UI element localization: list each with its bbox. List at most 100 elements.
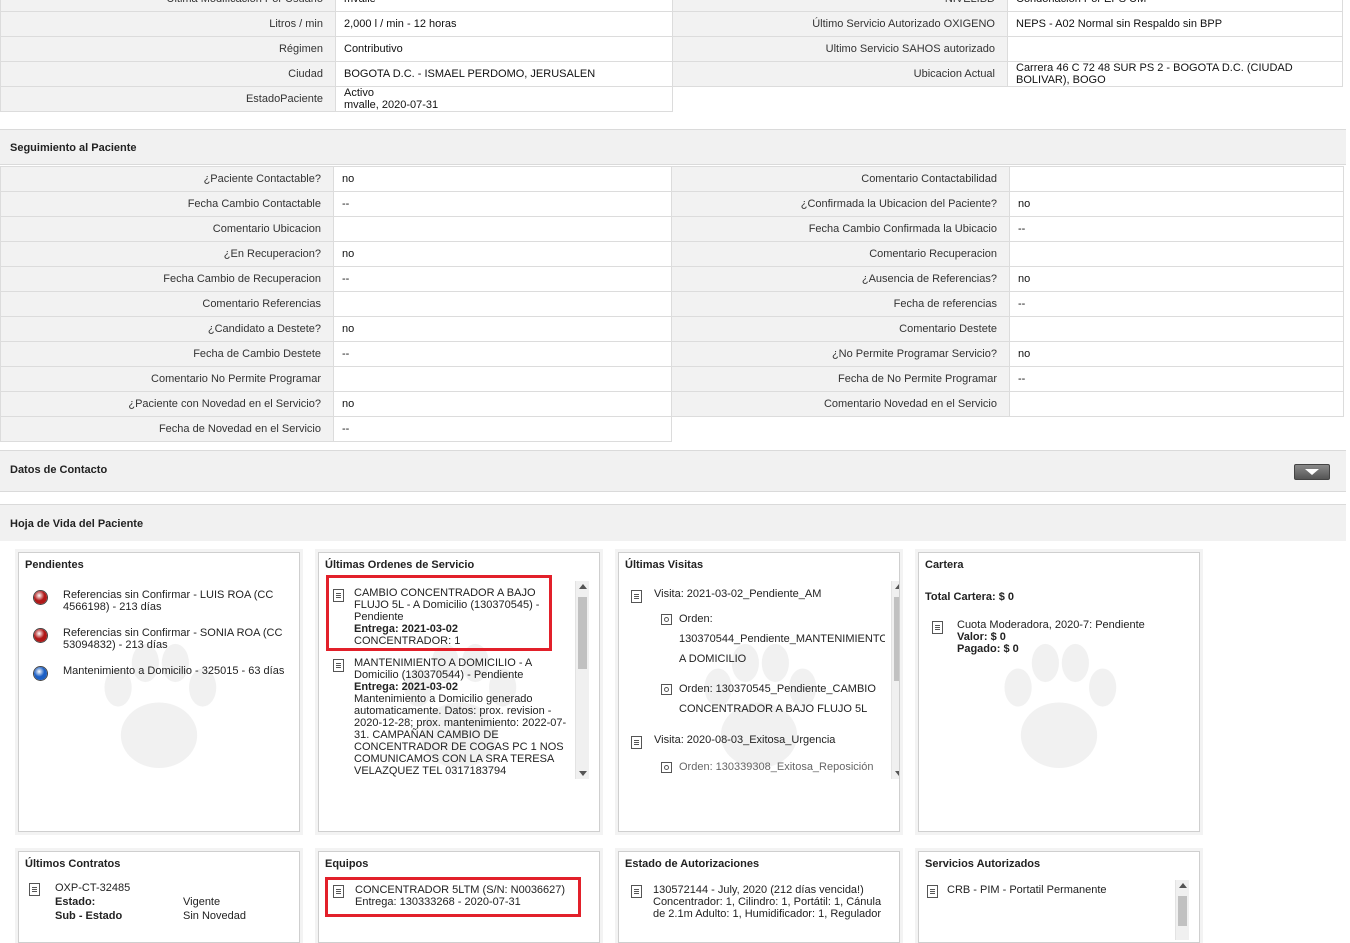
section-title: Hoja de Vida del Paciente	[10, 518, 144, 530]
order-label: Orden:	[679, 613, 713, 625]
ordenes-card: Últimas Ordenes de Servicio CAMBIO CONCE…	[318, 552, 600, 832]
card-title: Servicios Autorizados	[925, 858, 1041, 870]
pending-text: Mantenimiento a Domicilio - 325015 - 63 …	[63, 665, 285, 677]
table-row: ¿Candidato a Destete? no	[0, 316, 672, 342]
table-row: ¿No Permite Programar Servicio? no	[671, 341, 1344, 367]
status-dot-icon	[34, 591, 47, 604]
table-row: Comentario Recuperacion	[671, 241, 1344, 267]
field-label: Ultima Modificacion Por Usuario	[0, 0, 336, 12]
field-label: EstadoPaciente	[0, 86, 336, 112]
field-value: BOGOTA D.C. - ISMAEL PERDOMO, JERUSALEN	[335, 61, 673, 87]
field-value	[1009, 241, 1344, 267]
expand-toggle-button[interactable]	[1294, 464, 1330, 480]
card-title: Estado de Autorizaciones	[625, 858, 760, 870]
order-item[interactable]: Orden: 130339308_Exitosa_Reposición	[627, 757, 885, 777]
status-dot-icon	[34, 629, 47, 642]
field-label: Fecha Cambio Contactable	[0, 191, 334, 217]
visitas-scrollbar[interactable]	[891, 581, 899, 779]
contract-code: OXP-CT-32485	[55, 882, 131, 894]
contract-item[interactable]: OXP-CT-32485 Estado: Vigente Sub - Estad…	[25, 881, 285, 923]
table-row: Fecha de Cambio Destete --	[0, 341, 672, 367]
field-label: Fecha de referencias	[671, 291, 1010, 317]
field-value: no	[333, 166, 672, 192]
service-item[interactable]: CRB - PIM - Portatil Permanente	[923, 884, 1167, 898]
field-value	[333, 216, 672, 242]
field-value	[1009, 316, 1344, 342]
highlight-box	[325, 877, 581, 917]
document-icon	[631, 590, 642, 603]
table-row: Régimen Contributivo Ultimo Servicio SAH…	[0, 36, 1343, 62]
table-row: Comentario Destete	[671, 316, 1344, 342]
field-label: Ultimo Servicio SAHOS autorizado	[672, 36, 1008, 62]
authorization-text: 130572144 - July, 2020 (212 días vencida…	[653, 884, 882, 920]
document-icon	[333, 659, 344, 672]
pending-item[interactable]: Referencias sin Confirmar - LUIS ROA (CC…	[25, 589, 295, 613]
scroll-thumb[interactable]	[1178, 896, 1187, 926]
visit-item[interactable]: Visita: 2020-08-03_Exitosa_Urgencia	[627, 733, 885, 749]
order-icon	[661, 762, 672, 773]
table-row: Fecha de referencias --	[671, 291, 1344, 317]
servicios-scrollbar[interactable]	[1175, 880, 1189, 940]
order-text: Orden: 130339308_Exitosa_Reposición	[679, 761, 874, 773]
scroll-thumb[interactable]	[894, 597, 899, 681]
order-icon	[661, 614, 672, 625]
authorization-item[interactable]: 130572144 - July, 2020 (212 días vencida…	[627, 884, 889, 920]
section-title: Seguimiento al Paciente	[10, 142, 137, 154]
pending-item[interactable]: Mantenimiento a Domicilio - 325015 - 63 …	[25, 665, 295, 680]
field-label: ¿No Permite Programar Servicio?	[671, 341, 1010, 367]
order-detail: Mantenimiento a Domicilio generado autom…	[354, 693, 567, 777]
table-row: Ciudad BOGOTA D.C. - ISMAEL PERDOMO, JER…	[0, 61, 1343, 87]
order-text: 130370544_Pendiente_MANTENIMIENTO A DOMI…	[679, 633, 885, 665]
table-row: Comentario Novedad en el Servicio	[671, 391, 1344, 417]
field-label: Ubicacion Actual	[672, 61, 1008, 87]
pending-text: Referencias sin Confirmar - SONIA ROA (C…	[63, 627, 283, 651]
field-label: Comentario Contactabilidad	[671, 166, 1010, 192]
cartera-total: Total Cartera: $ 0	[925, 591, 1015, 603]
order-item[interactable]: Orden: 130370544_Pendiente_MANTENIMIENTO…	[627, 609, 885, 669]
contract-estado-value: Vigente	[183, 896, 221, 908]
field-value: no	[1009, 341, 1344, 367]
estado-status: Activo	[344, 87, 374, 100]
section-title: Datos de Contacto	[10, 464, 108, 476]
table-row: Comentario No Permite Programar	[0, 366, 672, 392]
order-text: Orden: 130370545_Pendiente_CAMBIO CONCEN…	[679, 683, 876, 715]
scroll-up-icon[interactable]	[579, 584, 587, 589]
hoja-vida-panel: Pendientes Referencias sin Confirmar - L…	[0, 541, 1346, 943]
scroll-up-icon[interactable]	[895, 584, 899, 589]
contract-subestado-label: Sub - Estado	[55, 910, 123, 922]
list-item[interactable]: MANTENIMIENTO A DOMICILIO - A Domicilio …	[327, 657, 571, 777]
field-label: Comentario Recuperacion	[671, 241, 1010, 267]
card-title: Pendientes	[25, 559, 84, 571]
status-dot-icon	[34, 667, 47, 680]
document-icon	[631, 736, 642, 749]
field-value	[333, 291, 672, 317]
pendientes-list: Referencias sin Confirmar - LUIS ROA (CC…	[25, 579, 295, 817]
card-title: Últimas Visitas	[625, 559, 704, 571]
field-label: Fecha de Cambio Destete	[0, 341, 334, 367]
field-value: no	[1009, 191, 1344, 217]
pending-item[interactable]: Referencias sin Confirmar - SONIA ROA (C…	[25, 627, 295, 651]
table-row: ¿Ausencia de Referencias? no	[671, 266, 1344, 292]
scroll-thumb[interactable]	[578, 597, 587, 669]
estado-user-date: mvalle, 2020-07-31	[344, 99, 439, 111]
datos-contacto-header[interactable]: Datos de Contacto	[0, 450, 1346, 492]
order-icon	[661, 684, 672, 695]
order-item[interactable]: Orden: 130370545_Pendiente_CAMBIO CONCEN…	[627, 679, 885, 719]
visit-text: Visita: 2020-08-03_Exitosa_Urgencia	[654, 734, 836, 746]
field-label: Fecha de Novedad en el Servicio	[0, 416, 334, 442]
cartera-card: Cartera Total Cartera: $ 0 Cuota Moderad…	[918, 552, 1200, 832]
field-label: ¿Ausencia de Referencias?	[671, 266, 1010, 292]
scroll-down-icon[interactable]	[579, 771, 587, 776]
visit-item[interactable]: Visita: 2021-03-02_Pendiente_AM	[627, 587, 885, 603]
cartera-item[interactable]: Cuota Moderadora, 2020-7: Pendiente Valo…	[925, 619, 1167, 655]
ordenes-scrollbar[interactable]	[575, 581, 589, 779]
autorizaciones-card: Estado de Autorizaciones 130572144 - Jul…	[618, 851, 900, 943]
cartera-valor: Valor: $ 0	[957, 631, 1006, 643]
scroll-down-icon[interactable]	[895, 771, 899, 776]
field-label: ¿Paciente con Novedad en el Servicio?	[0, 391, 334, 417]
visitas-list[interactable]: Visita: 2021-03-02_Pendiente_AM Orden: 1…	[627, 581, 885, 779]
scroll-up-icon[interactable]	[1179, 883, 1187, 888]
field-label: Comentario Destete	[671, 316, 1010, 342]
table-row: Fecha de Novedad en el Servicio --	[0, 416, 672, 442]
card-title: Cartera	[925, 559, 964, 571]
